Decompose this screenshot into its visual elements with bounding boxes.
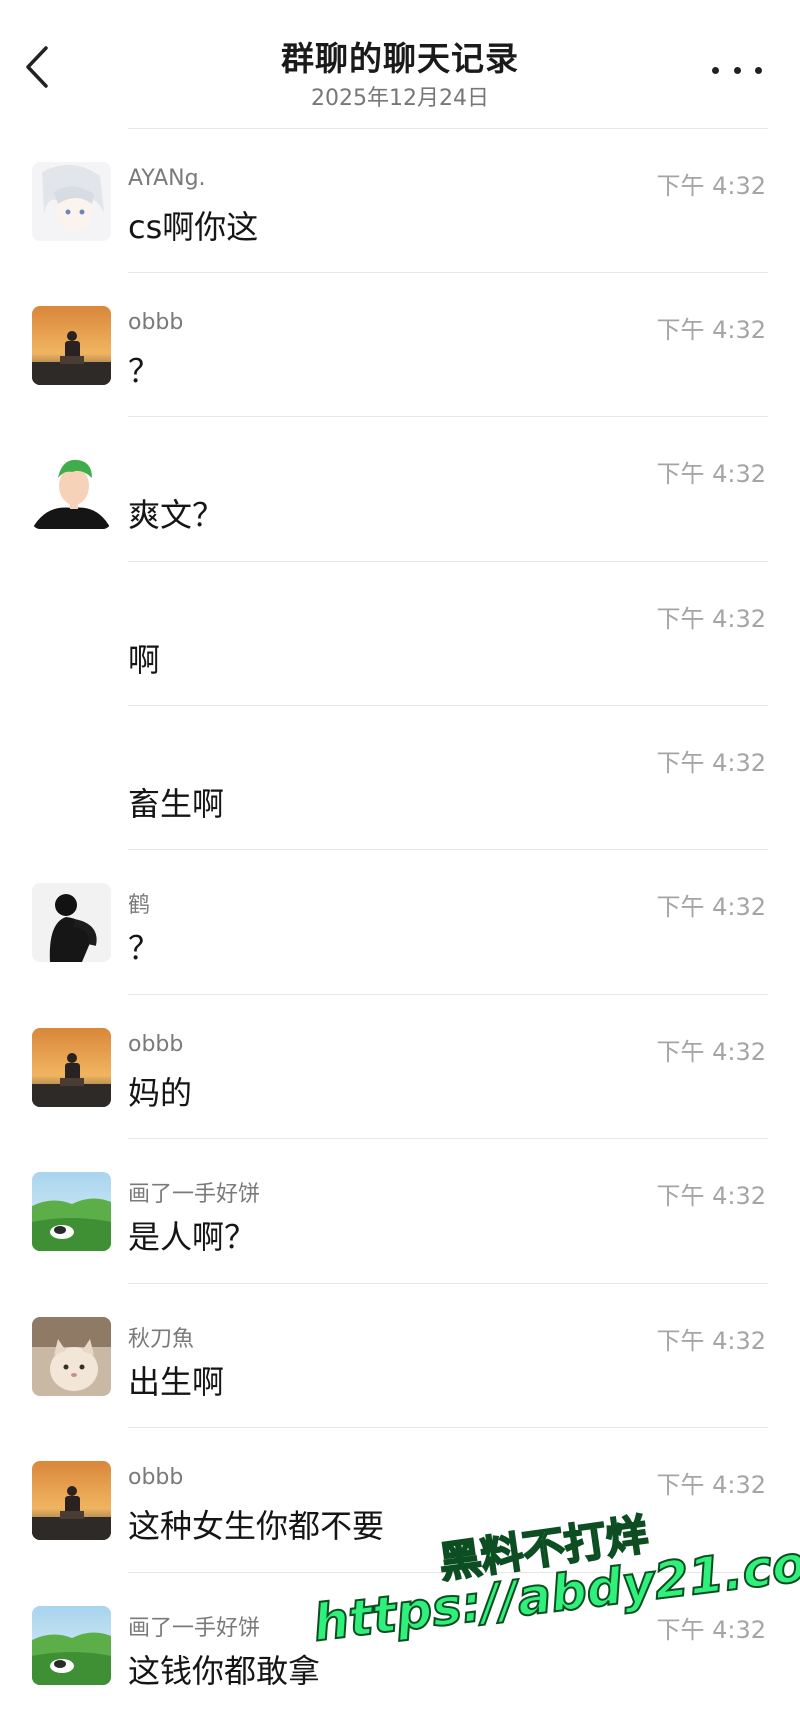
sunset-figure-avatar xyxy=(32,306,111,385)
list-item[interactable]: obbb 下午 4:32 妈的 xyxy=(0,994,800,1138)
page-date: 2025年12月24日 xyxy=(311,86,489,111)
message-time: 下午 4:32 xyxy=(656,1471,766,1499)
list-item[interactable]: AYANg. 下午 4:32 cs啊你这 xyxy=(0,128,800,272)
list-item[interactable]: obbb 下午 4:32 这种女生你都不要 xyxy=(0,1427,800,1572)
message-time: 下午 4:32 xyxy=(656,1182,766,1210)
list-item[interactable]: 下午 4:32 爽文？ xyxy=(0,416,800,561)
avatar[interactable] xyxy=(32,883,111,962)
green-field-cat-avatar xyxy=(32,1172,111,1251)
dark-figure-avatar xyxy=(32,883,111,962)
list-item[interactable]: 鹤 下午 4:32 ？ xyxy=(0,849,800,994)
anime-white-hair-avatar xyxy=(32,162,111,241)
cat-photo-avatar xyxy=(32,1317,111,1396)
message-text: 这种女生你都不要 xyxy=(128,1507,385,1545)
avatar[interactable] xyxy=(32,450,111,529)
sunset-figure-avatar xyxy=(32,1461,111,1540)
sender-name: obbb xyxy=(128,1032,184,1057)
list-item[interactable]: 画了一手好饼 下午 4:32 这钱你都敢拿 xyxy=(0,1572,800,1710)
avatar[interactable] xyxy=(32,1172,111,1251)
message-text: ？ xyxy=(128,929,161,967)
top-bar: 群聊的聊天记录 2025年12月24日 xyxy=(0,0,800,128)
message-text: 妈的 xyxy=(128,1074,193,1112)
list-item[interactable]: 下午 4:32 畜生啊 xyxy=(0,705,800,849)
more-button[interactable] xyxy=(712,58,762,82)
sender-name: obbb xyxy=(128,1465,184,1490)
message-text: cs啊你这 xyxy=(128,208,259,246)
message-time: 下午 4:32 xyxy=(656,1616,766,1644)
message-time: 下午 4:32 xyxy=(656,460,766,488)
message-text: 是人啊？ xyxy=(128,1218,257,1256)
message-time: 下午 4:32 xyxy=(656,1038,766,1066)
message-time: 下午 4:32 xyxy=(656,749,766,777)
message-time: 下午 4:32 xyxy=(656,1327,766,1355)
list-item[interactable]: 画了一手好饼 下午 4:32 是人啊？ xyxy=(0,1138,800,1283)
message-text: 啊 xyxy=(128,641,161,679)
sunset-figure-avatar xyxy=(32,1028,111,1107)
avatar[interactable] xyxy=(32,1461,111,1540)
green-field-cat-avatar xyxy=(32,1606,111,1685)
list-item[interactable]: 秋刀魚 下午 4:32 出生啊 xyxy=(0,1283,800,1427)
sender-name: 画了一手好饼 xyxy=(128,1616,261,1641)
sender-name: AYANg. xyxy=(128,166,206,191)
message-text: 畜生啊 xyxy=(128,785,225,823)
sender-name: 鹤 xyxy=(128,893,151,918)
green-hair-anime-avatar xyxy=(32,450,111,529)
message-time: 下午 4:32 xyxy=(656,893,766,921)
avatar[interactable] xyxy=(32,162,111,241)
avatar[interactable] xyxy=(32,306,111,385)
list-item[interactable]: obbb 下午 4:32 ？ xyxy=(0,272,800,416)
message-time: 下午 4:32 xyxy=(656,605,766,633)
message-time: 下午 4:32 xyxy=(656,316,766,344)
sender-name: 秋刀魚 xyxy=(128,1327,195,1352)
sender-name: obbb xyxy=(128,310,184,335)
page-title: 群聊的聊天记录 xyxy=(281,39,519,78)
avatar[interactable] xyxy=(32,1606,111,1685)
message-time: 下午 4:32 xyxy=(656,172,766,200)
sender-name: 画了一手好饼 xyxy=(128,1182,261,1207)
avatar[interactable] xyxy=(32,1028,111,1107)
message-text: 这钱你都敢拿 xyxy=(128,1652,321,1690)
message-text: 爽文？ xyxy=(128,496,225,534)
list-item[interactable]: 下午 4:32 啊 xyxy=(0,561,800,705)
more-dots-icon xyxy=(712,66,719,74)
avatar[interactable] xyxy=(32,1317,111,1396)
message-text: 出生啊 xyxy=(128,1363,225,1401)
message-text: ？ xyxy=(128,352,161,390)
